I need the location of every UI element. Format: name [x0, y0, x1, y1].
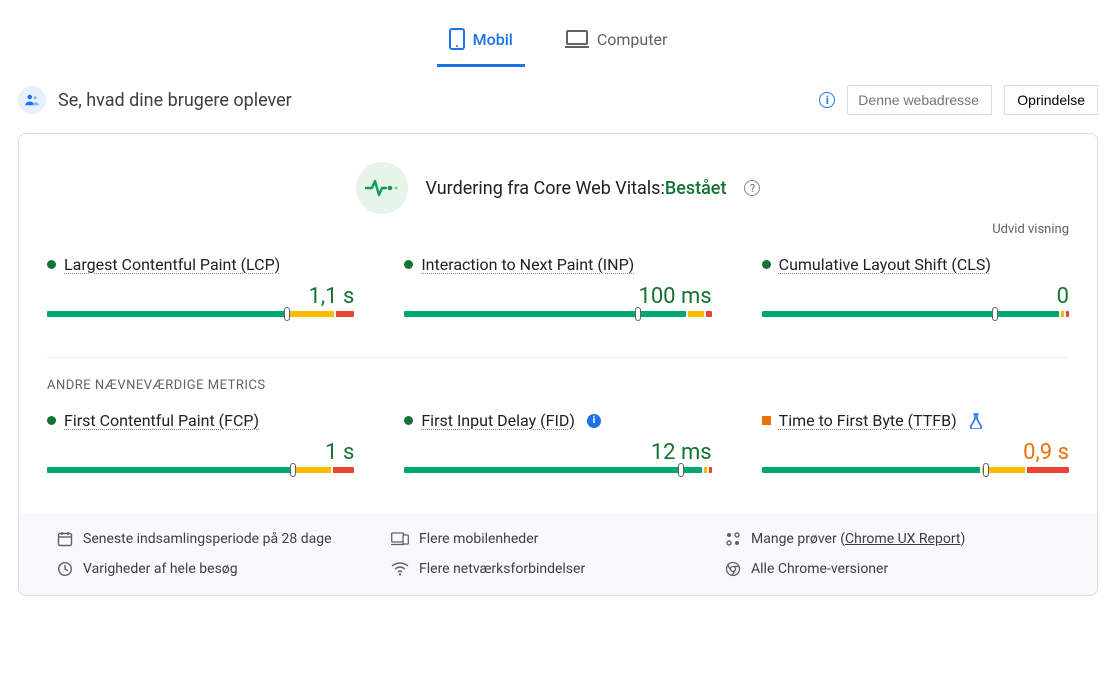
assessment-row: Vurdering fra Core Web Vitals:Bestået ? [47, 162, 1069, 214]
distribution-bar [404, 467, 711, 485]
distribution-bar [47, 467, 354, 485]
metric-lcp: Largest Contentful Paint (LCP) 1,1 s [47, 255, 354, 329]
users-icon [18, 86, 46, 114]
chrome-ux-report-link[interactable]: Chrome UX Report [845, 531, 960, 547]
assessment-label: Vurdering fra Core Web Vitals: [426, 178, 665, 199]
samples-icon [725, 531, 741, 547]
distribution-bar [762, 311, 1069, 329]
summary-footer: Seneste indsamlingsperiode på 28 dage Fl… [19, 513, 1097, 595]
assessment-text: Vurdering fra Core Web Vitals:Bestået [426, 178, 727, 199]
devices-icon [391, 532, 409, 546]
info-icon[interactable]: i [819, 92, 835, 108]
section-header: Se, hvad dine brugere oplever i Oprindel… [0, 67, 1116, 133]
status-dot [47, 416, 56, 425]
divider [47, 357, 1069, 358]
chrome-icon [725, 561, 741, 577]
section-title: Se, hvad dine brugere oplever [58, 90, 807, 111]
footer-samples-prefix: Mange prøver [751, 531, 837, 547]
metric-ttfb: Time to First Byte (TTFB) 0,9 s [762, 411, 1069, 485]
footer-devices: Flere mobilenheder [391, 531, 725, 547]
metric-cls: Cumulative Layout Shift (CLS) 0 [762, 255, 1069, 329]
footer-period: Seneste indsamlingsperiode på 28 dage [57, 531, 391, 547]
other-metrics-label: ANDRE NÆVNEVÆRDIGE METRICS [47, 378, 1069, 393]
info-badge-icon[interactable]: i [587, 414, 601, 428]
status-dot [404, 260, 413, 269]
footer-networks-text: Flere netværksforbindelser [419, 561, 585, 577]
desktop-icon [565, 30, 589, 48]
bar-marker [635, 307, 641, 321]
assessment-status: Bestået [665, 178, 727, 199]
footer-networks: Flere netværksforbindelser [391, 561, 725, 577]
pulse-icon [356, 162, 408, 214]
metric-inp: Interaction to Next Paint (INP) 100 ms [404, 255, 711, 329]
metric-name[interactable]: Time to First Byte (TTFB) [779, 411, 957, 430]
origin-button[interactable]: Oprindelse [1004, 85, 1098, 115]
footer-durations: Varigheder af hele besøg [57, 561, 391, 577]
device-tabs: Mobil Computer [0, 0, 1116, 67]
metric-name[interactable]: Largest Contentful Paint (LCP) [64, 255, 280, 274]
tab-desktop-label: Computer [597, 30, 668, 49]
calendar-icon [57, 531, 73, 547]
expand-view-link[interactable]: Udvid visning [47, 222, 1069, 237]
core-metrics-row: Largest Contentful Paint (LCP) 1,1 s Int… [47, 255, 1069, 329]
metric-name[interactable]: Interaction to Next Paint (INP) [421, 255, 634, 274]
url-input[interactable] [847, 85, 992, 115]
metric-value: 0,9 s [762, 440, 1069, 465]
metric-value: 0 [762, 284, 1069, 309]
other-metrics-row: First Contentful Paint (FCP) 1 s First I… [47, 411, 1069, 485]
footer-durations-text: Varigheder af hele besøg [83, 561, 238, 577]
bar-marker [678, 463, 684, 477]
metric-fcp: First Contentful Paint (FCP) 1 s [47, 411, 354, 485]
footer-samples: Mange prøver (Chrome UX Report) [725, 531, 1059, 547]
metric-fid: First Input Delay (FID) i 12 ms [404, 411, 711, 485]
footer-period-text: Seneste indsamlingsperiode på 28 dage [83, 531, 332, 547]
metric-name[interactable]: First Contentful Paint (FCP) [64, 411, 259, 430]
distribution-bar [404, 311, 711, 329]
footer-versions-text: Alle Chrome-versioner [751, 561, 888, 577]
bar-marker [983, 463, 989, 477]
metric-name[interactable]: First Input Delay (FID) [421, 411, 575, 430]
bar-marker [284, 307, 290, 321]
status-dot [762, 416, 771, 425]
wifi-icon [391, 562, 409, 576]
metric-value: 1,1 s [47, 284, 354, 309]
distribution-bar [47, 311, 354, 329]
metric-name[interactable]: Cumulative Layout Shift (CLS) [779, 255, 991, 274]
metric-value: 1 s [47, 440, 354, 465]
tab-mobile-label: Mobil [473, 30, 513, 49]
clock-icon [57, 561, 73, 577]
distribution-bar [762, 467, 1069, 485]
metric-value: 100 ms [404, 284, 711, 309]
status-dot [404, 416, 413, 425]
footer-devices-text: Flere mobilenheder [419, 531, 538, 547]
tab-desktop[interactable]: Computer [553, 20, 680, 67]
vitals-card: Vurdering fra Core Web Vitals:Bestået ? … [18, 133, 1098, 596]
footer-versions: Alle Chrome-versioner [725, 561, 1059, 577]
metric-value: 12 ms [404, 440, 711, 465]
status-dot [47, 260, 56, 269]
mobile-icon [449, 28, 465, 50]
tab-mobile[interactable]: Mobil [437, 20, 525, 67]
help-icon[interactable]: ? [744, 180, 760, 196]
flask-icon[interactable] [969, 413, 983, 429]
bar-marker [992, 307, 998, 321]
bar-marker [290, 463, 296, 477]
status-dot [762, 260, 771, 269]
